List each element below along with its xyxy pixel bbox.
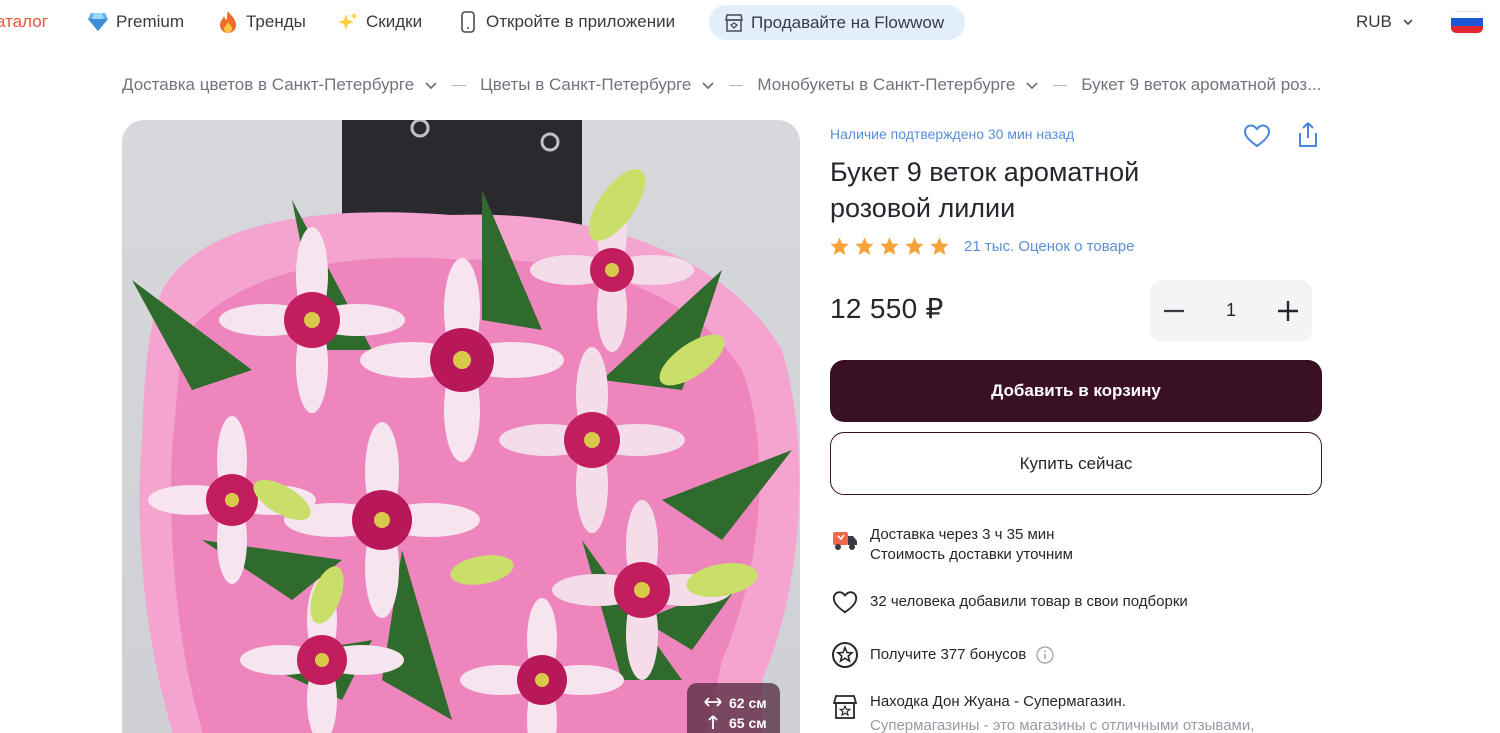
heart-icon <box>830 587 860 617</box>
buy-now-button[interactable]: Купить сейчас <box>830 432 1322 495</box>
delivery-cost: Стоимость доставки уточним <box>870 546 1073 563</box>
horizontal-arrows-icon <box>703 695 725 712</box>
currency-selector[interactable]: RUB <box>1356 4 1414 40</box>
share-icon <box>1299 122 1317 147</box>
bonus-text: Получите 377 бонусов <box>870 646 1027 663</box>
phone-icon <box>456 10 480 34</box>
width-row: 62 см <box>703 693 780 713</box>
breadcrumb-monobouquets[interactable]: Монобукеты в Санкт-Петербурге <box>757 75 1039 95</box>
chevron-down-icon <box>1402 16 1414 28</box>
star-badge-icon <box>830 640 860 670</box>
nav-trends[interactable]: Тренды <box>216 4 306 40</box>
star-icon <box>854 236 875 257</box>
nav-open-app-label: Откройте в приложении <box>486 12 676 31</box>
shop-description: Супермагазины - это магазины с отличными… <box>870 717 1255 733</box>
breadcrumb-label: Доставка цветов в Санкт-Петербурге <box>122 75 415 94</box>
breadcrumb-label: Букет 9 веток ароматной роз... <box>1081 75 1322 94</box>
diamond-icon <box>86 10 110 34</box>
availability-status: Наличие подтверждено 30 мин назад <box>830 126 1075 142</box>
nav-discounts[interactable]: Скидки <box>336 4 422 40</box>
nav-open-app[interactable]: Откройте в приложении <box>456 4 675 40</box>
breadcrumb-separator <box>1053 84 1068 86</box>
favorites-text: 32 человека добавили товар в свои подбор… <box>870 593 1188 610</box>
favorite-button[interactable] <box>1242 121 1272 151</box>
add-to-cart-button[interactable]: Добавить в корзину <box>830 360 1322 422</box>
height-label: 65 см <box>729 715 767 731</box>
product-price: 12 550 ₽ <box>830 293 944 324</box>
breadcrumb-label: Цветы в Санкт-Петербурге <box>480 75 692 94</box>
nav-trends-label: Тренды <box>246 12 306 31</box>
shop-info: Находка Дон Жуана - Супермагазин. Суперм… <box>830 692 1254 733</box>
star-icon <box>904 236 925 257</box>
chevron-down-icon <box>701 78 715 92</box>
minus-icon <box>1164 309 1184 313</box>
star-icon <box>829 236 850 257</box>
star-icon <box>929 236 950 257</box>
nav-catalog-label: аталог <box>0 12 48 31</box>
store-icon <box>723 12 745 34</box>
store-icon <box>830 692 860 722</box>
russia-flag-icon[interactable] <box>1451 11 1483 33</box>
sell-on-flowwow-button[interactable]: Продавайте на Flowwow <box>709 5 965 40</box>
delivery-time: Доставка через 3 ч 35 мин <box>870 526 1055 543</box>
breadcrumb: Доставка цветов в Санкт-Петербурге Цветы… <box>122 70 1321 100</box>
bonus-info: Получите 377 бонусов <box>830 640 1054 670</box>
breadcrumb-label: Монобукеты в Санкт-Петербурге <box>757 75 1016 94</box>
size-badge: 62 см 65 см <box>687 683 780 733</box>
breadcrumb-separator <box>452 84 467 86</box>
heart-icon <box>1243 124 1271 148</box>
breadcrumb-separator <box>729 84 744 86</box>
breadcrumb-flowers-city[interactable]: Цветы в Санкт-Петербурге <box>480 75 715 95</box>
nav-premium[interactable]: Premium <box>86 4 184 40</box>
fire-icon <box>216 10 240 34</box>
decrease-quantity-button[interactable] <box>1159 296 1189 326</box>
vertical-arrow-icon <box>703 714 725 733</box>
breadcrumb-current: Букет 9 веток ароматной роз... <box>1081 75 1321 95</box>
breadcrumb-delivery-city[interactable]: Доставка цветов в Санкт-Петербурге <box>122 75 438 95</box>
chevron-down-icon <box>1025 78 1039 92</box>
info-icon[interactable] <box>1036 646 1054 664</box>
star-icon <box>879 236 900 257</box>
nav-discounts-label: Скидки <box>366 12 423 31</box>
sparkles-icon <box>336 10 360 34</box>
reviews-link[interactable]: 21 тыс. Оценок о товаре <box>964 238 1135 255</box>
shop-name[interactable]: Находка Дон Жуана - Супермагазин. <box>870 692 1254 712</box>
quantity-stepper: 1 <box>1150 280 1312 342</box>
sell-on-flowwow-label: Продавайте на Flowwow <box>751 12 945 32</box>
rating-stars <box>829 236 954 257</box>
delivery-info: Доставка через 3 ч 35 мин Стоимость дост… <box>830 525 1073 565</box>
currency-label: RUB <box>1356 12 1392 31</box>
quantity-value[interactable]: 1 <box>1210 300 1252 321</box>
nav-premium-label: Premium <box>116 12 185 31</box>
top-navigation: аталог Premium Тренды Скидки Откройте в … <box>0 0 1500 44</box>
height-row: 65 см <box>703 713 780 733</box>
increase-quantity-button[interactable] <box>1273 296 1303 326</box>
product-title: Букет 9 веток ароматной розовой лилии <box>830 157 1140 223</box>
plus-icon <box>1278 301 1298 321</box>
bouquet-illustration <box>132 120 800 733</box>
chevron-down-icon <box>424 78 438 92</box>
delivery-truck-icon <box>830 525 860 555</box>
product-photo[interactable] <box>122 120 800 733</box>
share-button[interactable] <box>1293 120 1323 150</box>
width-label: 62 см <box>729 695 767 711</box>
favorites-info: 32 человека добавили товар в свои подбор… <box>830 587 1188 617</box>
nav-catalog[interactable]: аталог <box>0 4 48 40</box>
